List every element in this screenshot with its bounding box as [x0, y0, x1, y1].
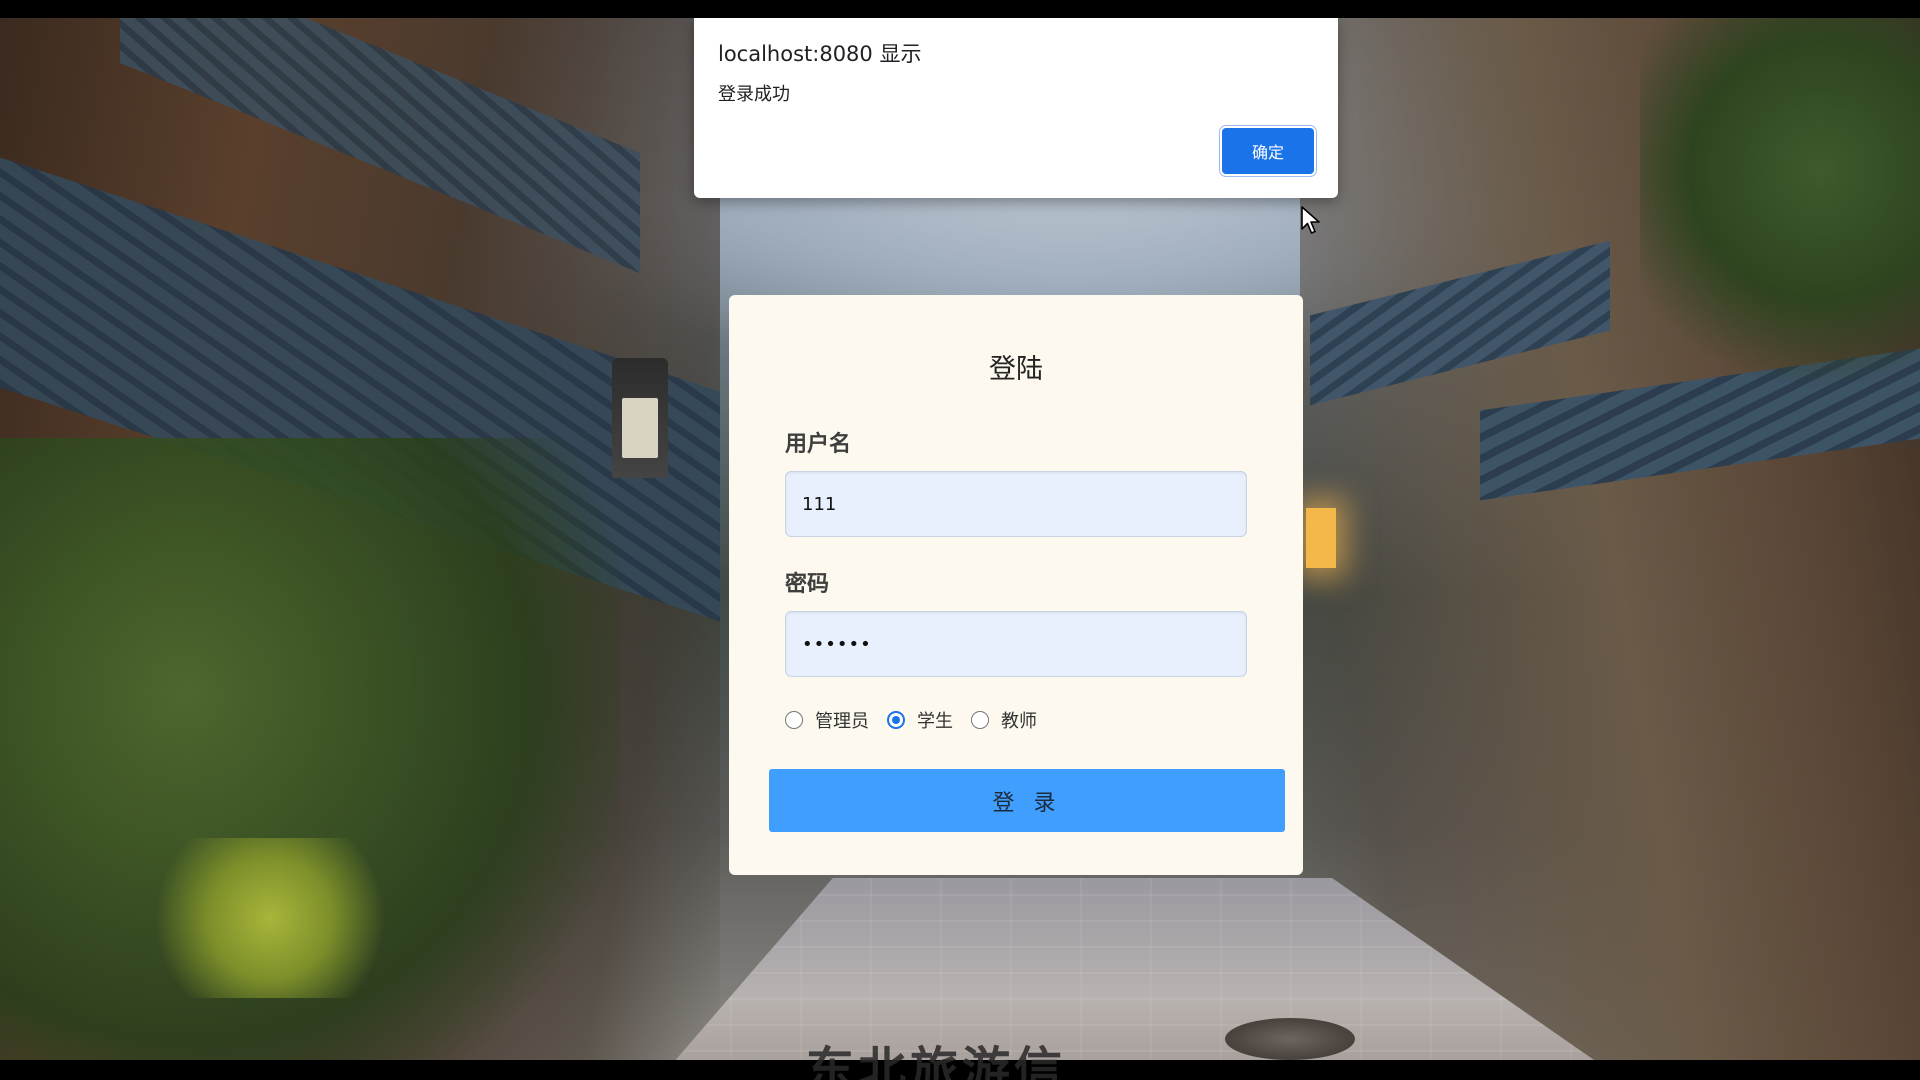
role-label-teacher: 教师	[1001, 711, 1037, 732]
bottom-caption: 东北旅游信	[806, 1042, 1067, 1080]
password-input[interactable]	[785, 611, 1247, 677]
login-submit-button[interactable]: 登 录	[769, 769, 1285, 832]
username-input[interactable]	[785, 471, 1247, 537]
role-label-student: 学生	[917, 711, 953, 732]
lantern-icon	[1306, 508, 1336, 568]
role-radio-student[interactable]	[887, 711, 905, 729]
login-title: 登陆	[989, 354, 1043, 385]
left-foliage-highlight	[140, 838, 400, 998]
alert-dialog: localhost:8080 显示 登录成功 确定	[694, 18, 1338, 198]
dialog-ok-button[interactable]: 确定	[1222, 128, 1314, 174]
manhole-cover	[1225, 1018, 1355, 1060]
mouse-pointer-icon	[1301, 206, 1320, 234]
password-label: 密码	[785, 572, 830, 597]
username-label: 用户名	[785, 432, 852, 457]
role-radio-teacher[interactable]	[971, 711, 989, 729]
dialog-message: 登录成功	[718, 84, 790, 105]
login-card: 登陆 用户名 密码 管理员 学生 教师 登 录	[729, 295, 1303, 875]
role-radio-admin[interactable]	[785, 711, 803, 729]
role-label-admin: 管理员	[815, 711, 869, 732]
right-tree	[1640, 18, 1920, 398]
role-radio-group: 管理员 学生 教师	[785, 707, 1055, 733]
dialog-title: localhost:8080 显示	[718, 42, 922, 66]
street-lamp-icon	[612, 358, 668, 478]
